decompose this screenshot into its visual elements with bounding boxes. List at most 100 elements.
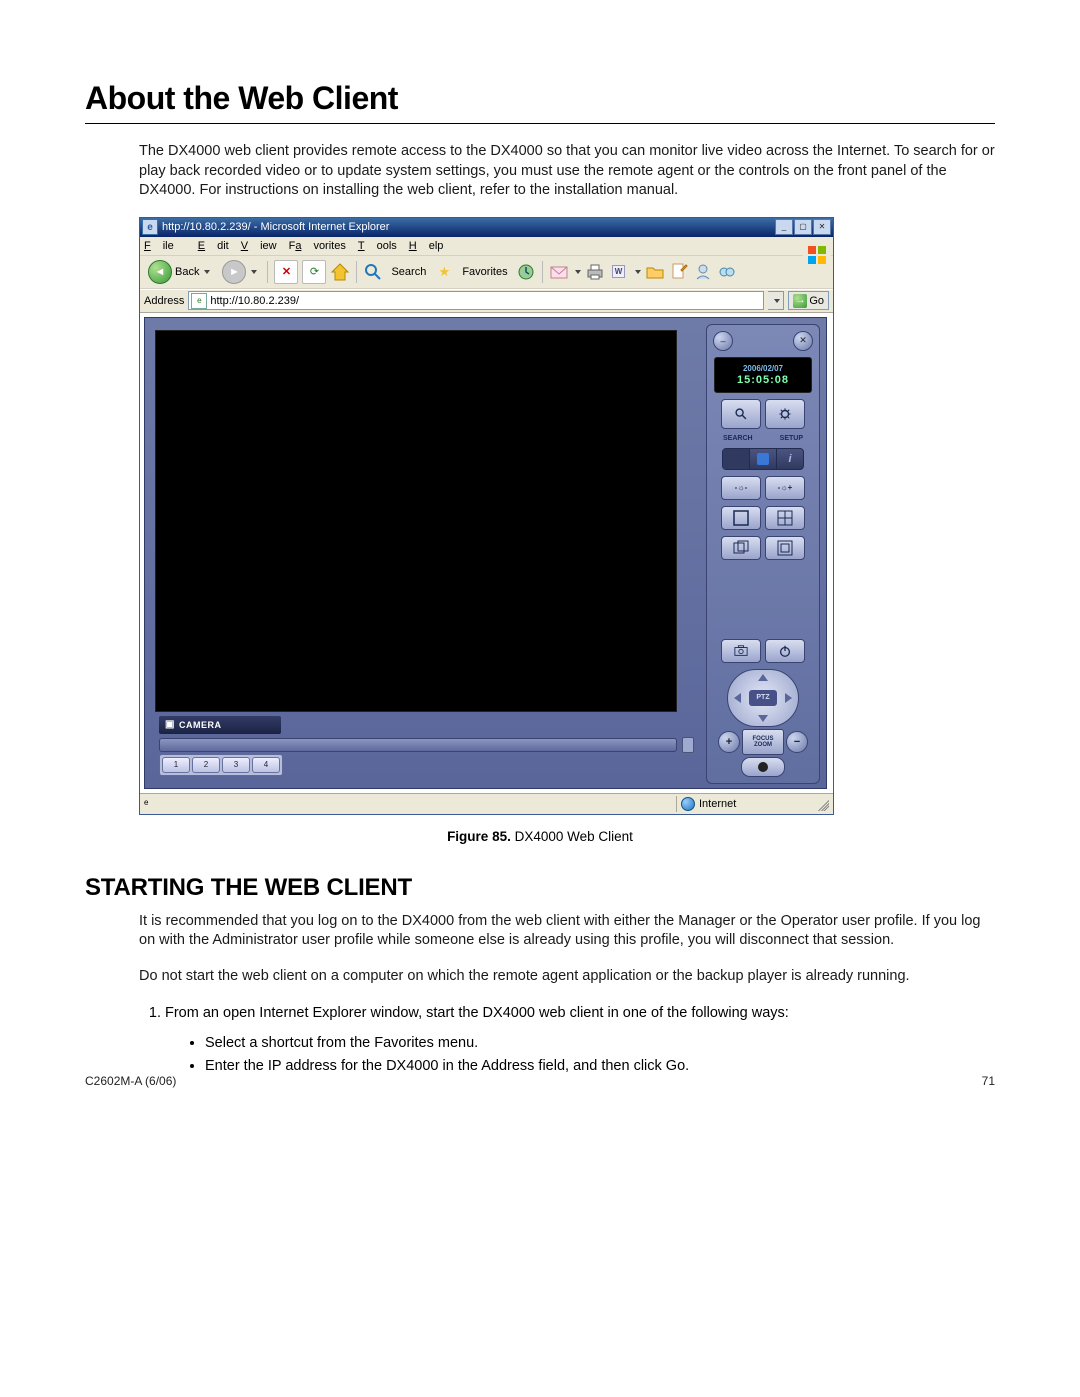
- rule: [85, 123, 995, 124]
- edit-icon[interactable]: [669, 262, 689, 282]
- status-zone: Internet: [676, 796, 811, 812]
- close-button[interactable]: ✕: [813, 219, 831, 235]
- close-panel-button[interactable]: ✕: [793, 331, 813, 351]
- layout-seq-button[interactable]: [721, 536, 761, 560]
- mode-left[interactable]: [723, 449, 750, 469]
- address-dropdown[interactable]: [768, 291, 784, 310]
- status-page-icon: e: [144, 798, 156, 810]
- refresh-button[interactable]: ⟳: [302, 260, 326, 284]
- layout-full-button[interactable]: [765, 536, 805, 560]
- folder-icon[interactable]: [645, 262, 665, 282]
- ie-menu-bar: File Edit View Favorites Tools Help: [140, 237, 833, 256]
- maximize-button[interactable]: ▢: [794, 219, 812, 235]
- mode-info[interactable]: i: [777, 449, 803, 469]
- ptz-controls: PTZ + FOCUS ZOOM −: [716, 669, 810, 777]
- camera-label-bar: ▣ CAMERA: [159, 716, 281, 734]
- footer-page-number: 71: [982, 1074, 995, 1088]
- power-button[interactable]: [765, 639, 805, 663]
- focus-zoom-minus[interactable]: −: [786, 731, 808, 753]
- ie-address-bar: Address e http://10.80.2.239/ → Go: [140, 289, 833, 313]
- timeline-track[interactable]: [159, 738, 677, 752]
- camera-btn-1[interactable]: 1: [162, 757, 190, 773]
- ptz-left[interactable]: [734, 693, 741, 703]
- camera-btn-4[interactable]: 4: [252, 757, 280, 773]
- ie-viewport: ▣ CAMERA 1 2 3 4 – ✕: [140, 313, 833, 793]
- back-button[interactable]: ◄Back: [144, 260, 214, 284]
- address-label: Address: [144, 295, 184, 307]
- favorites-star-icon[interactable]: ★: [434, 262, 454, 282]
- step-1: From an open Internet Explorer window, s…: [165, 1002, 995, 1078]
- mail-icon[interactable]: [549, 262, 569, 282]
- address-value: http://10.80.2.239/: [210, 295, 299, 307]
- timeline-grip[interactable]: [682, 737, 694, 753]
- focus-zoom-plus[interactable]: +: [718, 731, 740, 753]
- layout-2x2-button[interactable]: [765, 506, 805, 530]
- go-button[interactable]: → Go: [788, 291, 829, 310]
- search-label: SEARCH: [723, 435, 753, 442]
- para-recommend: It is recommended that you log on to the…: [139, 912, 995, 951]
- menu-edit[interactable]: Edit: [198, 240, 229, 252]
- menu-help[interactable]: Help: [409, 240, 444, 252]
- menu-tools[interactable]: Tools: [358, 240, 397, 252]
- ie-title-bar: e http://10.80.2.239/ - Microsoft Intern…: [140, 218, 833, 237]
- minimize-panel-button[interactable]: –: [713, 331, 733, 351]
- favorites-button[interactable]: Favorites: [458, 260, 511, 284]
- ptz-down[interactable]: [758, 715, 768, 722]
- display-mode-bar: i: [722, 448, 804, 470]
- menu-view[interactable]: View: [241, 240, 277, 252]
- home-button[interactable]: [330, 262, 350, 282]
- menu-file[interactable]: File: [144, 240, 186, 252]
- minimize-button[interactable]: _: [775, 219, 793, 235]
- snapshot-button[interactable]: [721, 639, 761, 663]
- ie-page-icon: e: [142, 219, 158, 235]
- go-icon: →: [793, 294, 807, 308]
- ptz-label: PTZ: [749, 690, 777, 706]
- ptz-up[interactable]: [758, 674, 768, 681]
- camera-btn-3[interactable]: 3: [222, 757, 250, 773]
- search-button[interactable]: [721, 399, 761, 429]
- menu-favorites[interactable]: Favorites: [289, 240, 346, 252]
- camera-btn-2[interactable]: 2: [192, 757, 220, 773]
- messenger-icon[interactable]: [693, 262, 713, 282]
- intro-paragraph: The DX4000 web client provides remote ac…: [139, 142, 995, 201]
- side-control-panel: – ✕ 2006/02/07 15:05:08: [706, 324, 820, 784]
- figure-caption: Figure 85. DX4000 Web Client: [85, 829, 995, 844]
- stop-button[interactable]: ✕: [274, 260, 298, 284]
- heading-about: About the Web Client: [85, 80, 995, 117]
- camera-icon: ▣: [165, 719, 175, 730]
- brightness-up-button[interactable]: -☼+: [765, 476, 805, 500]
- para-warning: Do not start the web client on a compute…: [139, 967, 995, 987]
- ie-window: e http://10.80.2.239/ - Microsoft Intern…: [139, 217, 834, 815]
- steps-list: From an open Internet Explorer window, s…: [139, 1002, 995, 1078]
- mode-blue[interactable]: [750, 449, 777, 469]
- step1-bullet1: Select a shortcut from the Favorites men…: [205, 1032, 995, 1055]
- video-area: [155, 330, 677, 712]
- clock-date: 2006/02/07: [715, 364, 811, 373]
- history-icon[interactable]: [516, 262, 536, 282]
- dx4000-client-frame: ▣ CAMERA 1 2 3 4 – ✕: [144, 317, 827, 789]
- camera-buttons: 1 2 3 4: [159, 754, 283, 776]
- ptz-right[interactable]: [785, 693, 792, 703]
- search-icon[interactable]: [363, 262, 383, 282]
- word-icon[interactable]: W: [609, 262, 629, 282]
- setup-button[interactable]: [765, 399, 805, 429]
- clock-display: 2006/02/07 15:05:08: [714, 357, 812, 393]
- heading-starting: STARTING THE WEB CLIENT: [85, 874, 995, 902]
- brightness-down-button[interactable]: -☼-: [721, 476, 761, 500]
- print-icon[interactable]: [585, 262, 605, 282]
- page-footer: C2602M-A (6/06) 71: [85, 1074, 995, 1088]
- record-button[interactable]: [741, 757, 785, 777]
- layout-1x1-button[interactable]: [721, 506, 761, 530]
- address-input[interactable]: e http://10.80.2.239/: [188, 291, 764, 310]
- ptz-dpad: PTZ: [727, 669, 799, 727]
- figure-ie-window: e http://10.80.2.239/ - Microsoft Intern…: [139, 217, 995, 815]
- extra-icon[interactable]: [717, 262, 737, 282]
- clock-time: 15:05:08: [715, 374, 811, 386]
- page-icon: e: [191, 293, 207, 309]
- ie-toolbar: ◄Back ► ✕ ⟳ Search ★ Favorites: [140, 256, 833, 289]
- search-button[interactable]: Search: [387, 260, 430, 284]
- forward-button[interactable]: ►: [218, 260, 261, 284]
- ie-status-bar: e Internet: [140, 793, 833, 814]
- resize-grip[interactable]: [815, 797, 829, 811]
- setup-label: SETUP: [780, 435, 803, 442]
